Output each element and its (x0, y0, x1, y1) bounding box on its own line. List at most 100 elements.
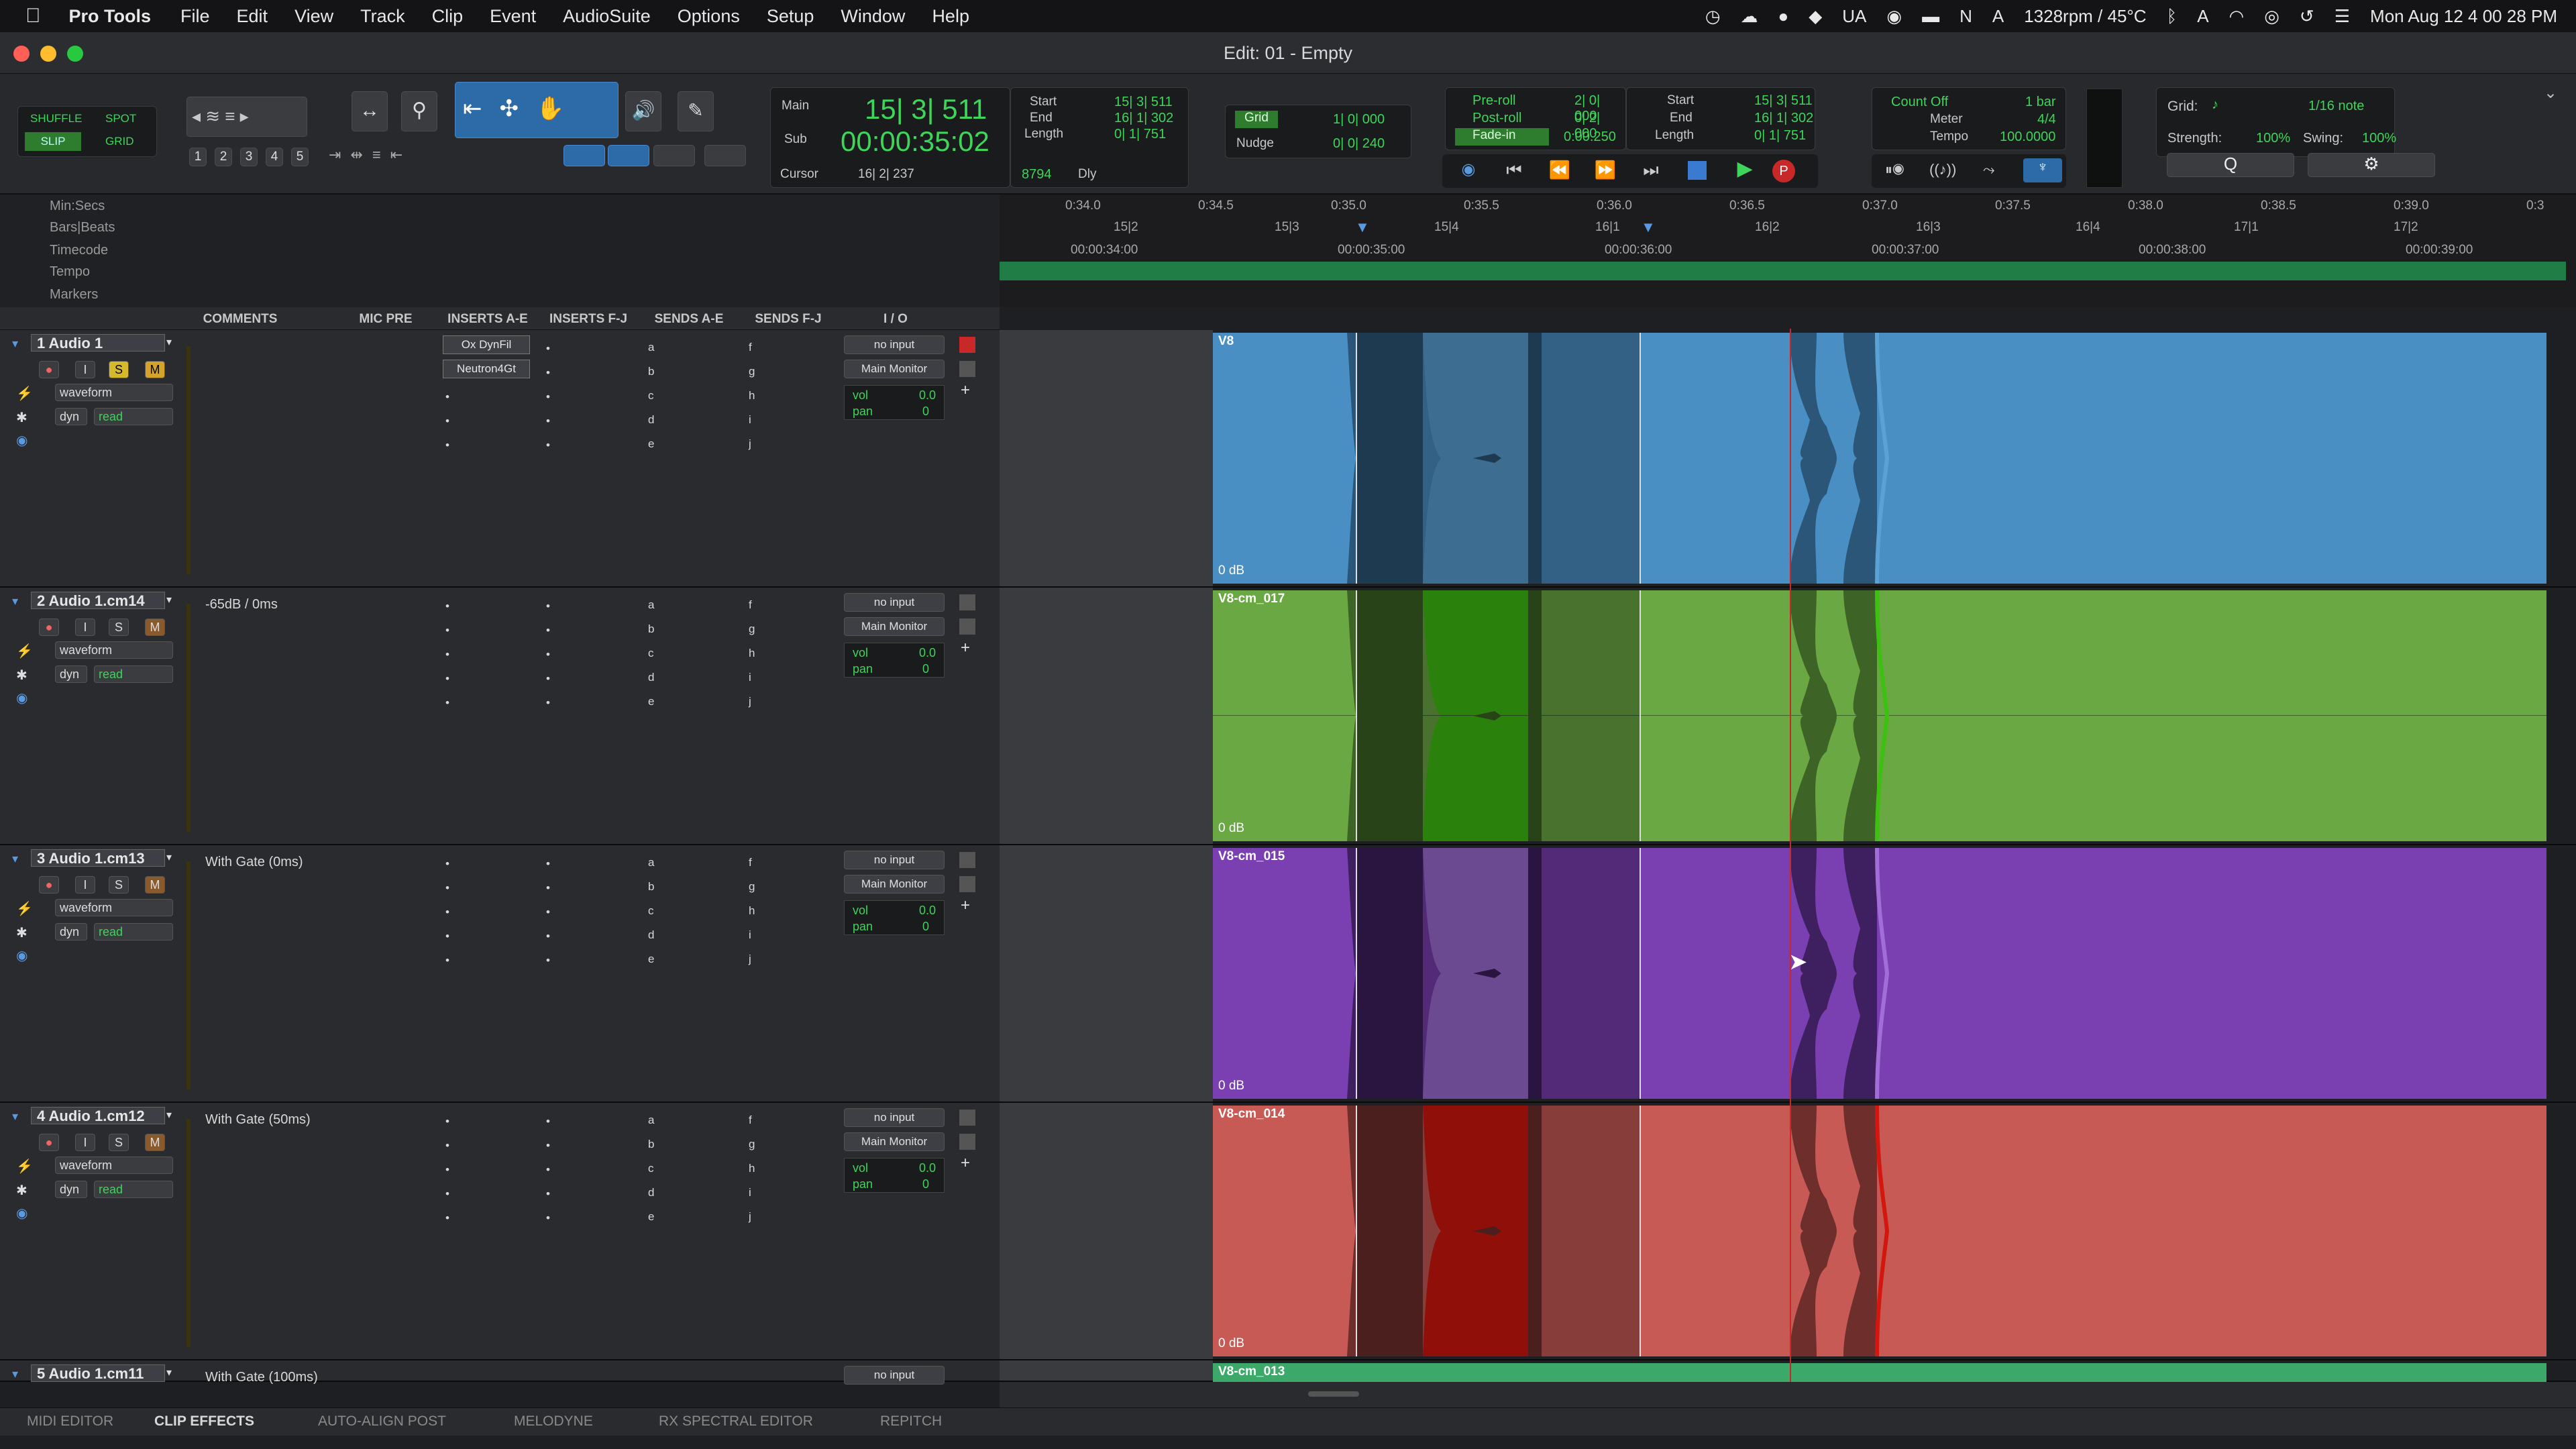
vol-pan-box[interactable]: vol 0.0 pan 0 (844, 900, 945, 935)
tab-melodyne[interactable]: MELODYNE (514, 1413, 593, 1430)
track-options-icon[interactable]: ▾ (166, 851, 172, 864)
selection-overlay[interactable] (1356, 848, 1641, 1099)
return-to-zero-icon[interactable]: ⏮ (1497, 160, 1531, 182)
send-slot[interactable]: i (749, 1186, 751, 1199)
add-track-icon[interactable]: + (961, 639, 970, 657)
strength-value[interactable]: 100% (2256, 131, 2290, 146)
mirror-midi-button[interactable] (608, 145, 649, 166)
send-slot[interactable]: e (648, 1210, 654, 1224)
magnifier-tool-icon[interactable]: ⚲ (401, 91, 437, 131)
metronome-icon[interactable]: ((♪)) (1929, 161, 1956, 178)
fan-status[interactable]: 1328rpm / 45°C (2024, 6, 2146, 27)
vol-value[interactable]: 0.0 (919, 646, 936, 660)
quantize-grid-value[interactable]: 1/16 note (2308, 99, 2364, 114)
menu-event[interactable]: Event (490, 6, 536, 27)
slip-mode[interactable]: SLIP (25, 132, 81, 151)
input-monitor-button[interactable]: I (75, 1134, 95, 1151)
send-slot[interactable]: c (648, 647, 654, 660)
zoom-preset-1[interactable]: 1 (189, 148, 207, 166)
insert-slot-empty[interactable]: • (445, 1187, 449, 1201)
clip-gain-label[interactable]: 0 dB (1218, 821, 1244, 836)
toggle-icon[interactable]: ▬ (1922, 6, 1939, 27)
send-slot[interactable]: d (648, 1186, 654, 1199)
swing-value[interactable]: 100% (2362, 131, 2396, 146)
send-slot[interactable]: a (648, 1114, 654, 1127)
send-slot[interactable]: a (648, 341, 654, 354)
send-slot[interactable]: e (648, 953, 654, 966)
automation-mode[interactable]: read (94, 408, 173, 425)
send-slot[interactable]: b (648, 880, 654, 894)
send-slot[interactable]: h (749, 904, 755, 918)
vol-value[interactable]: 0.0 (919, 904, 936, 918)
quantize-icon[interactable]: Q (2167, 153, 2294, 177)
clock-icon[interactable]: ◷ (1705, 6, 1721, 27)
insert-slot[interactable]: Neutron4Gt (443, 360, 530, 378)
dropbox-icon[interactable]: ◆ (1809, 6, 1822, 27)
insert-slot-empty[interactable]: • (546, 342, 550, 356)
send-slot[interactable]: a (648, 856, 654, 869)
insert-slot-empty[interactable]: • (546, 672, 550, 686)
send-slot[interactable]: j (749, 695, 751, 708)
length-value[interactable]: 0| 1| 751 (1114, 127, 1166, 142)
send-slot[interactable]: b (648, 1138, 654, 1151)
track-info-icon[interactable] (959, 337, 975, 353)
insert-slot-empty[interactable]: • (445, 624, 449, 637)
automation-icon[interactable]: ✱ (16, 409, 28, 426)
insert-slot-empty[interactable]: • (445, 954, 449, 967)
record-arm-button[interactable]: ● (39, 1134, 59, 1151)
send-slot[interactable]: h (749, 647, 755, 660)
insert-slot[interactable]: Ox DynFil (443, 335, 530, 354)
mute-button[interactable]: M (145, 619, 165, 636)
conductor-icon[interactable]: ♆ (2023, 158, 2062, 182)
track-options-icon[interactable]: ▾ (166, 335, 172, 349)
solo-button[interactable]: S (109, 1134, 129, 1151)
go-to-end-icon[interactable]: ⏭ (1634, 160, 1668, 182)
input-selector[interactable]: no input (844, 1366, 945, 1385)
record-app-icon[interactable]: ● (1778, 6, 1789, 27)
selection-overlay[interactable] (1356, 1106, 1641, 1356)
link-track-button[interactable] (704, 145, 746, 166)
chrome-icon[interactable]: ◉ (1886, 6, 1902, 27)
send-slot[interactable]: f (749, 856, 752, 869)
empty-track-area[interactable] (1000, 845, 1213, 1102)
record-arm-button[interactable]: ● (39, 876, 59, 894)
view-selector[interactable]: waveform (55, 899, 173, 916)
col-mic-pre[interactable]: MIC PRE (339, 312, 433, 327)
input-selector[interactable]: no input (844, 1108, 945, 1127)
record-icon[interactable]: P (1772, 160, 1795, 182)
preroll-label[interactable]: Pre-roll (1472, 93, 1515, 109)
insert-slot-empty[interactable]: • (445, 1115, 449, 1128)
output-selector[interactable]: Main Monitor (844, 360, 945, 378)
dyn-button[interactable]: dyn (55, 665, 87, 683)
sub-counter-value[interactable]: 00:00:35:02 (841, 125, 989, 158)
track-comment[interactable]: -65dB / 0ms (205, 597, 278, 612)
track-list-icon[interactable] (959, 876, 975, 892)
send-slot[interactable]: c (648, 1162, 654, 1175)
tab-repitch[interactable]: REPITCH (880, 1413, 942, 1430)
track-comment[interactable]: With Gate (50ms) (205, 1112, 311, 1128)
input-monitor-button[interactable]: I (75, 876, 95, 894)
send-slot[interactable]: f (749, 1114, 752, 1127)
send-slot[interactable]: c (648, 389, 654, 402)
n-app-icon[interactable]: N (1960, 6, 1972, 27)
clip-gain-label[interactable]: 0 dB (1218, 564, 1244, 578)
input-monitor-button[interactable]: I (75, 361, 95, 378)
vol-value[interactable]: 0.0 (919, 1161, 936, 1175)
transport-end-value[interactable]: 16| 1| 302 (1754, 111, 1813, 126)
wait-for-note-icon[interactable]: ⏸◉ (1885, 161, 1904, 178)
send-slot[interactable]: h (749, 1162, 755, 1175)
automation-mode[interactable]: read (94, 1181, 173, 1198)
empty-track-area[interactable] (1000, 1360, 1213, 1381)
send-slot[interactable]: e (648, 437, 654, 451)
trim-select-grab-icon[interactable]: ⇤✣✋ (463, 95, 582, 122)
countoff-toggle[interactable]: Count Off (1891, 95, 1948, 110)
insertion-follows-button[interactable] (653, 145, 695, 166)
ua-status[interactable]: UA (1842, 6, 1866, 27)
zoom-preset-4[interactable]: 4 (266, 148, 283, 166)
send-slot[interactable]: i (749, 671, 751, 684)
link-buttons-icon[interactable]: ⇥⇹≡⇤ (329, 146, 412, 164)
input-selector[interactable]: no input (844, 335, 945, 354)
track-comment[interactable]: With Gate (0ms) (205, 855, 303, 870)
insert-slot-empty[interactable]: • (546, 696, 550, 710)
pan-value[interactable]: 0 (922, 1177, 929, 1191)
